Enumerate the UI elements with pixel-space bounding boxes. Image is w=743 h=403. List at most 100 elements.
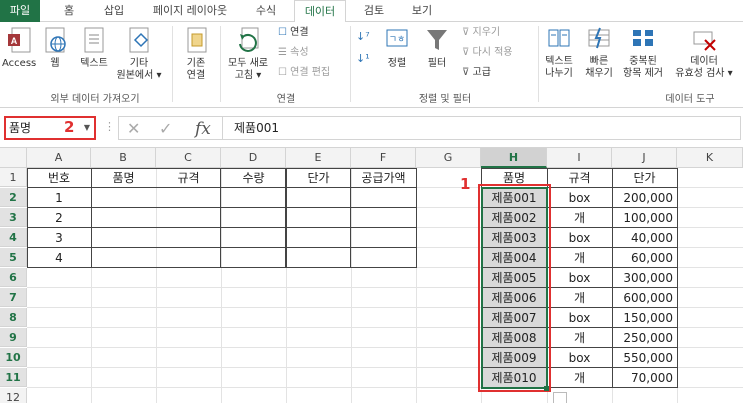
cell-spec[interactable]: 개	[547, 328, 612, 348]
col-header-f[interactable]: F	[351, 148, 416, 168]
row-header-10[interactable]: 10	[0, 348, 27, 367]
cell-spec[interactable]: box	[547, 228, 612, 248]
col-header-d[interactable]: D	[221, 148, 286, 168]
cell-spec[interactable]: 개	[547, 368, 612, 388]
enter-icon[interactable]: ✓	[159, 119, 172, 138]
reapply-button[interactable]: ⊽ 다시 적용	[462, 46, 513, 59]
header-cell-number[interactable]: 번호	[27, 168, 91, 188]
cell-price[interactable]: 300,000	[612, 268, 677, 288]
header-cell-spec[interactable]: 규격	[156, 168, 221, 188]
refresh-line2: 고침 ▾	[234, 70, 262, 81]
header-cell-item[interactable]: 품명	[91, 168, 156, 188]
cell-price[interactable]: 60,000	[612, 248, 677, 268]
from-text-button[interactable]: 텍스트	[74, 26, 114, 70]
funnel-icon	[427, 30, 447, 50]
other-sources-button[interactable]: 기타 원본에서 ▾	[116, 26, 162, 82]
col-header-i[interactable]: I	[547, 148, 612, 168]
row-header-5[interactable]: 5	[0, 248, 27, 267]
tab-review[interactable]: 검토	[354, 0, 394, 22]
col-header-h[interactable]: H	[481, 148, 547, 168]
sort-label: 정렬	[387, 58, 407, 69]
col-header-k[interactable]: K	[677, 148, 743, 168]
row-header-1[interactable]: 1	[0, 168, 27, 187]
cell-number[interactable]: 2	[27, 208, 91, 228]
tab-view[interactable]: 보기	[402, 0, 442, 22]
advanced-label: 고급	[472, 67, 491, 78]
tab-file[interactable]: 파일	[0, 0, 40, 22]
tab-formulas[interactable]: 수식	[246, 0, 286, 22]
col-header-a[interactable]: A	[27, 148, 91, 168]
tab-insert[interactable]: 삽입	[94, 0, 134, 22]
header-cell-price[interactable]: 단가	[612, 168, 677, 188]
sort-ascending-button[interactable]: ↓⁷	[356, 30, 370, 43]
cell-number[interactable]: 4	[27, 248, 91, 268]
cell-spec[interactable]: 개	[547, 208, 612, 228]
col-header-c[interactable]: C	[156, 148, 221, 168]
col-header-e[interactable]: E	[286, 148, 351, 168]
flash-fill-button[interactable]: 빠른 채우기	[580, 26, 618, 80]
cell-price[interactable]: 40,000	[612, 228, 677, 248]
cell-price[interactable]: 550,000	[612, 348, 677, 368]
sort-button[interactable]: ㄱㅎ 정렬	[380, 26, 414, 70]
cell-spec[interactable]: box	[547, 308, 612, 328]
worksheet-grid[interactable]: A B C D E F G H I J K 1 2 3 4 5 6 7 8 9 …	[0, 148, 743, 403]
row-header-6[interactable]: 6	[0, 268, 27, 287]
properties-button[interactable]: ☰ 속성	[278, 46, 309, 59]
header-cell-spec[interactable]: 규격	[547, 168, 612, 188]
fill-handle[interactable]	[544, 386, 549, 391]
cell-spec[interactable]: 개	[547, 248, 612, 268]
insert-function-icon[interactable]: fx	[195, 119, 211, 139]
row-header-9[interactable]: 9	[0, 328, 27, 347]
advanced-filter-button[interactable]: ⊽ 고급	[462, 66, 491, 79]
tab-data[interactable]: 데이터	[294, 0, 346, 23]
clear-filter-button[interactable]: ⊽ 지우기	[462, 26, 500, 39]
cell-number[interactable]: 1	[27, 188, 91, 208]
row-header-11[interactable]: 11	[0, 368, 27, 387]
sort-descending-button[interactable]: ↓¹	[356, 52, 370, 65]
cell-price[interactable]: 70,000	[612, 368, 677, 388]
cell-price[interactable]: 250,000	[612, 328, 677, 348]
row-header-2[interactable]: 2	[0, 188, 27, 207]
formula-input[interactable]: 제품001	[222, 116, 741, 140]
cell-price[interactable]: 200,000	[612, 188, 677, 208]
name-box[interactable]: 품명 2 ▼	[4, 116, 96, 140]
cell-price[interactable]: 100,000	[612, 208, 677, 228]
cell-price[interactable]: 600,000	[612, 288, 677, 308]
cell-spec[interactable]: box	[547, 348, 612, 368]
select-all-corner[interactable]	[0, 148, 27, 168]
access-button[interactable]: A Access	[2, 26, 36, 70]
cell-spec[interactable]: 개	[547, 288, 612, 308]
name-box-dropdown-icon[interactable]: ▼	[84, 118, 90, 138]
row-header-4[interactable]: 4	[0, 228, 27, 247]
refresh-all-button[interactable]: 모두 새로 고침 ▾	[222, 26, 274, 82]
header-cell-qty[interactable]: 수량	[221, 168, 286, 188]
header-cell-price[interactable]: 단가	[286, 168, 351, 188]
col-header-b[interactable]: B	[91, 148, 156, 168]
quick-analysis-icon[interactable]	[553, 392, 567, 403]
text-to-columns-button[interactable]: 텍스트 나누기	[540, 26, 578, 80]
row-header-8[interactable]: 8	[0, 308, 27, 327]
edit-links-button[interactable]: ☐ 연결 편집	[278, 66, 330, 79]
formula-bar-grip-icon[interactable]: ⋮	[104, 120, 115, 133]
tab-page-layout[interactable]: 페이지 레이아웃	[142, 0, 238, 22]
text-cols-line2: 나누기	[545, 68, 573, 79]
data-validation-button[interactable]: 데이터 유효성 검사 ▾	[668, 26, 740, 80]
connections-button[interactable]: ☐ 연결	[278, 26, 309, 39]
cell-spec[interactable]: box	[547, 268, 612, 288]
remove-duplicates-button[interactable]: 중복된 항목 제거	[620, 26, 666, 80]
cell-spec[interactable]: box	[547, 188, 612, 208]
tab-home[interactable]: 홈	[52, 0, 86, 22]
col-header-j[interactable]: J	[612, 148, 677, 168]
existing-connections-button[interactable]: 기존 연결	[176, 26, 216, 82]
filter-button[interactable]: 필터	[420, 26, 454, 70]
cell-number[interactable]: 3	[27, 228, 91, 248]
cancel-icon[interactable]: ✕	[127, 119, 140, 138]
row-header-3[interactable]: 3	[0, 208, 27, 227]
group-separator	[538, 26, 539, 102]
header-cell-supply[interactable]: 공급가액	[351, 168, 416, 188]
web-button[interactable]: 웹	[40, 26, 70, 70]
cell-price[interactable]: 150,000	[612, 308, 677, 328]
row-header-12[interactable]: 12	[0, 388, 27, 403]
col-header-g[interactable]: G	[416, 148, 481, 168]
row-header-7[interactable]: 7	[0, 288, 27, 307]
